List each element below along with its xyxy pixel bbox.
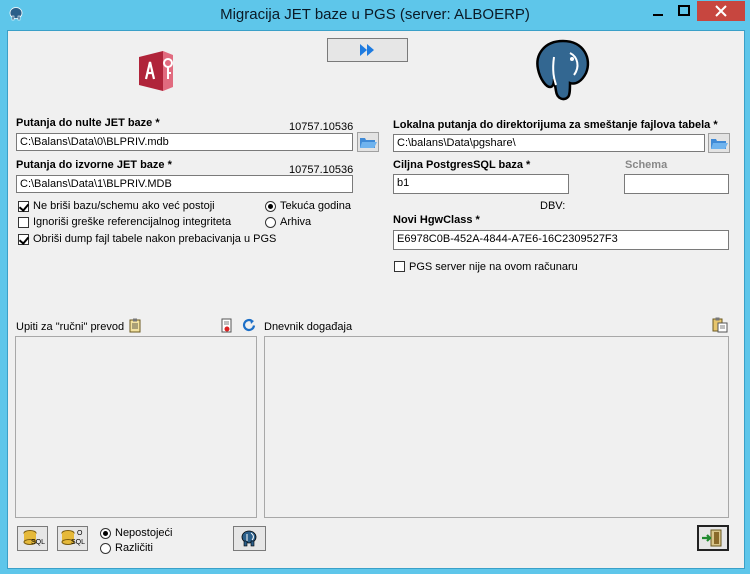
ignore-ri-checkbox[interactable] <box>18 217 29 228</box>
postgres-elephant-icon <box>241 530 257 547</box>
sql-button-text: SQL <box>31 539 46 546</box>
exit-button[interactable] <box>697 525 729 551</box>
schema-input[interactable] <box>624 174 729 194</box>
delete-dump-label: Obriši dump fajl tabele nakon prebacivan… <box>33 233 277 245</box>
osql-button[interactable]: O SQL <box>57 526 88 551</box>
different-label: Različiti <box>115 542 153 554</box>
keep-db-checkbox[interactable] <box>18 201 29 212</box>
null-db-path-input[interactable]: C:\Balans\Data\0\BLPRIV.mdb <box>16 133 353 151</box>
folder-icon <box>360 138 377 148</box>
access-logo-icon <box>139 51 173 91</box>
target-db-input[interactable]: b1 <box>393 174 569 194</box>
sql-button[interactable]: SQL <box>17 526 48 551</box>
pgs-not-local-label: PGS server nije na ovom računaru <box>409 261 578 273</box>
null-db-path-label: Putanja do nulte JET baze * <box>16 117 160 129</box>
window-title: Migracija JET baze u PGS (server: ALBOER… <box>220 6 530 23</box>
osql-button-o: O <box>77 530 83 537</box>
refresh-icon[interactable] <box>242 318 258 333</box>
manual-queries-label: Upiti za "ručni" prevod <box>16 321 125 333</box>
main-panel: Putanja do nulte JET baze * 10757.10536 … <box>7 30 745 569</box>
archive-radio[interactable] <box>265 217 276 228</box>
keep-db-label: Ne briši bazu/schemu ako već postoji <box>33 200 215 212</box>
pgs-not-local-checkbox[interactable] <box>394 261 405 272</box>
target-db-label: Ciljna PostgresSQL baza * <box>393 159 531 171</box>
nonexistent-label: Nepostojeći <box>115 527 173 539</box>
maximize-icon <box>678 5 690 16</box>
minimize-button[interactable] <box>645 1 671 21</box>
title-bar: Migracija JET baze u PGS (server: ALBOER… <box>0 0 750 30</box>
start-migration-button[interactable] <box>327 38 408 62</box>
source-db-path-label: Putanja do izvorne JET baze * <box>16 159 172 171</box>
maximize-button[interactable] <box>671 1 697 21</box>
different-radio[interactable] <box>100 543 111 554</box>
hgwclass-label: Novi HgwClass * <box>393 214 480 226</box>
close-icon <box>715 5 727 17</box>
paste-icon[interactable] <box>712 317 728 333</box>
local-path-label: Lokalna putanja do direktorijuma za smeš… <box>393 119 718 131</box>
postgresql-logo-icon <box>536 39 590 101</box>
delete-dump-checkbox[interactable] <box>18 234 29 245</box>
fast-forward-icon <box>360 44 374 56</box>
exit-door-icon <box>702 529 722 547</box>
schema-label: Schema <box>625 159 668 171</box>
null-db-version: 10757.10536 <box>289 121 354 133</box>
current-year-radio[interactable] <box>265 201 276 212</box>
nonexistent-radio[interactable] <box>100 528 111 539</box>
close-button[interactable] <box>697 1 745 21</box>
osql-button-sql: SQL <box>71 539 86 546</box>
current-year-label: Tekuća godina <box>280 200 351 212</box>
event-log-area[interactable] <box>264 336 729 518</box>
hgwclass-input[interactable]: E6978C0B-452A-4844-A7E6-16C2309527F3 <box>393 230 729 250</box>
local-path-input[interactable]: C:\balans\Data\pgshare\ <box>393 134 705 152</box>
ignore-ri-label: Ignoriši greške referencijalnog integrit… <box>33 216 232 228</box>
folder-icon <box>711 139 728 149</box>
clipboard-icon <box>129 318 141 333</box>
archive-label: Arhiva <box>280 216 312 228</box>
browse-local-path-button[interactable] <box>708 133 730 153</box>
browse-null-db-button[interactable] <box>357 132 379 152</box>
dbv-label: DBV: <box>540 200 566 212</box>
source-db-path-input[interactable]: C:\Balans\Data\1\BLPRIV.MDB <box>16 175 353 193</box>
postgres-button[interactable] <box>233 526 266 551</box>
manual-queries-list[interactable] <box>15 336 257 518</box>
event-log-label: Dnevnik događaja <box>264 321 353 333</box>
import-queries-icon[interactable] <box>221 318 233 333</box>
minimize-icon <box>653 14 663 16</box>
